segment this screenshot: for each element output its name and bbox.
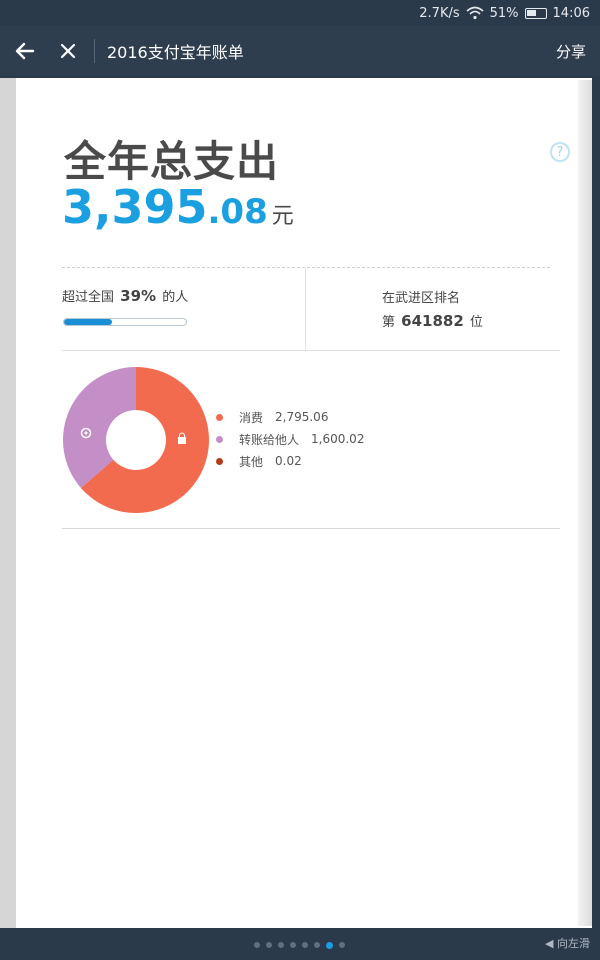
close-icon xyxy=(60,43,76,59)
exceed-prefix: 超过全国 xyxy=(62,290,115,305)
rank-value: 641882 xyxy=(401,312,464,330)
rank-line: 第 641882 位 xyxy=(382,310,483,334)
dashed-divider xyxy=(62,267,550,268)
exceed-progress-bar xyxy=(63,318,187,326)
legend-value: 1,600.02 xyxy=(311,432,365,446)
exceed-stat: 超过全国 39% 的人 xyxy=(62,286,188,305)
page-dot[interactable] xyxy=(266,942,272,948)
exceed-suffix: 的人 xyxy=(162,290,189,305)
page-dot[interactable] xyxy=(326,941,333,949)
progress-fill xyxy=(64,319,112,325)
section-divider xyxy=(62,350,560,351)
legend-item: 其他 0.02 xyxy=(216,450,364,472)
page-dot[interactable] xyxy=(254,942,260,948)
rank-label: 在武进区排名 xyxy=(382,291,461,306)
page-dot[interactable] xyxy=(314,942,320,948)
amount-decimal: .08 xyxy=(207,192,268,232)
legend-label: 消费 xyxy=(239,410,264,425)
legend-item: 转账给他人 1,600.02 xyxy=(216,428,364,450)
bottom-divider xyxy=(62,528,560,529)
exceed-value: 39% xyxy=(120,287,157,305)
legend-item: 消费 2,795.06 xyxy=(216,406,364,428)
legend-value: 2,795.06 xyxy=(275,410,329,424)
back-arrow-icon xyxy=(15,42,35,60)
battery-percent: 51% xyxy=(489,5,519,21)
legend-dot xyxy=(216,435,223,443)
page-dot[interactable] xyxy=(290,942,296,948)
legend-dot xyxy=(216,413,223,421)
page-curl xyxy=(578,80,592,926)
rank-stat: 在武进区排名 第 641882 位 xyxy=(382,288,483,334)
page-dot[interactable] xyxy=(339,942,345,948)
previous-page-edge xyxy=(0,78,16,928)
legend-label: 其他 xyxy=(239,454,264,469)
spending-donut-chart[interactable] xyxy=(62,366,210,514)
header-divider xyxy=(94,39,95,63)
network-speed: 2.7K/s xyxy=(419,5,460,21)
amount-integer: 3,395 xyxy=(62,180,208,234)
status-bar: 2.7K/s 51% 14:06 xyxy=(0,0,600,26)
back-button[interactable] xyxy=(2,26,48,76)
page-title: 2016支付宝年账单 xyxy=(107,43,244,62)
rank-suffix: 位 xyxy=(469,315,483,330)
rank-prefix: 第 xyxy=(382,315,396,330)
app-header: 2016支付宝年账单 分享 xyxy=(0,26,600,76)
legend-label: 转账给他人 xyxy=(239,432,300,447)
bill-card: 全年总支出 ? 3,395.08 元 超过全国 39% 的人 在武进区排名 第 6… xyxy=(16,78,592,928)
clock: 14:06 xyxy=(552,5,590,21)
wifi-icon xyxy=(466,6,484,20)
help-glyph: ? xyxy=(556,144,564,160)
close-button[interactable] xyxy=(48,26,88,76)
page-indicator xyxy=(254,941,345,949)
chart-legend: 消费 2,795.06 转账给他人 1,600.02 其他 0.02 xyxy=(216,406,364,472)
stats-divider xyxy=(305,268,306,350)
legend-dot xyxy=(216,457,223,465)
legend-value: 0.02 xyxy=(275,454,302,468)
share-button[interactable]: 分享 xyxy=(556,41,586,62)
total-amount: 3,395.08 元 xyxy=(62,180,294,234)
help-icon[interactable]: ? xyxy=(550,142,570,162)
battery-icon xyxy=(524,7,547,19)
page-dot[interactable] xyxy=(278,942,284,948)
amount-unit: 元 xyxy=(271,204,294,229)
page-dot[interactable] xyxy=(302,942,308,948)
swipe-hint: ◀ 向左滑 xyxy=(545,937,590,950)
